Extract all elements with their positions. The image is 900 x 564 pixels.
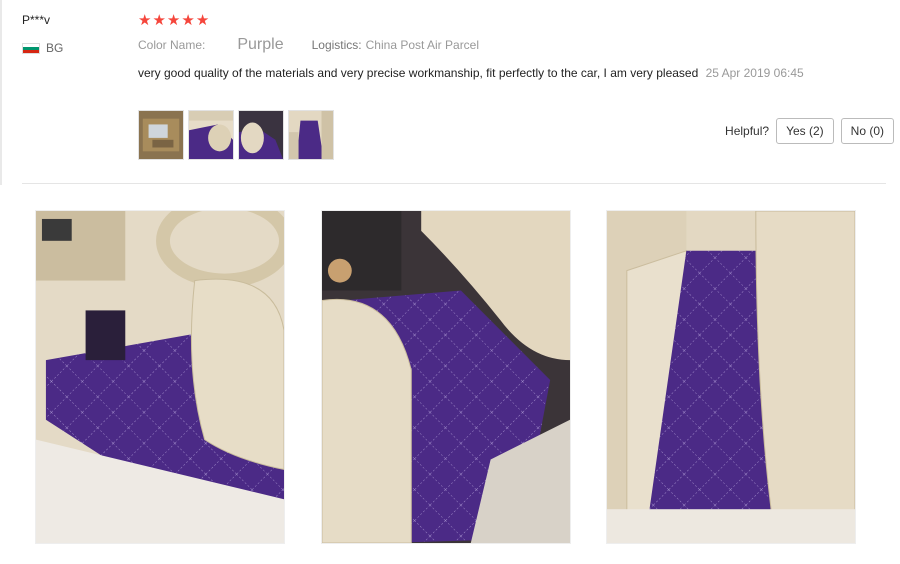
photo-thumbnail[interactable] — [288, 110, 334, 160]
helpful-no-button[interactable]: No (0) — [840, 118, 894, 144]
color-value: Purple — [237, 36, 284, 53]
review-body: very good quality of the materials and v… — [138, 64, 808, 82]
left-rule — [0, 0, 2, 185]
star-icon: ★ — [181, 12, 195, 29]
star-rating: ★ ★ ★ ★ ★ — [138, 12, 209, 30]
logistics-value: China Post Air Parcel — [365, 38, 480, 52]
photo-thumbnail[interactable] — [188, 110, 234, 160]
star-icon: ★ — [195, 12, 210, 29]
review-photo[interactable] — [35, 210, 285, 544]
photo-thumbnail[interactable] — [138, 110, 184, 160]
color-label: Color Name: — [138, 38, 206, 52]
reviewer-country: BG — [22, 41, 63, 55]
star-icon: ★ — [152, 12, 166, 29]
review-photo[interactable] — [321, 210, 571, 544]
review-date: 25 Apr 2019 06:45 — [705, 66, 804, 80]
bulgaria-flag-icon — [22, 42, 40, 54]
review-text: very good quality of the materials and v… — [138, 66, 699, 80]
country-code: BG — [46, 41, 64, 55]
helpful-label: Helpful? — [725, 124, 770, 138]
review-photo[interactable] — [606, 210, 856, 544]
logistics-label: Logistics: — [311, 38, 362, 52]
divider — [22, 183, 886, 184]
star-icon: ★ — [138, 12, 152, 29]
star-icon: ★ — [166, 12, 181, 29]
photo-thumbnail[interactable] — [238, 110, 284, 160]
order-info: Color Name: Purple Logistics: China Post… — [138, 36, 479, 54]
reviewer-name: P***v — [22, 13, 51, 27]
thumbnail-strip — [138, 110, 334, 160]
helpful-voting: Helpful? Yes (2) No (0) — [725, 118, 894, 144]
helpful-yes-button[interactable]: Yes (2) — [776, 118, 834, 144]
